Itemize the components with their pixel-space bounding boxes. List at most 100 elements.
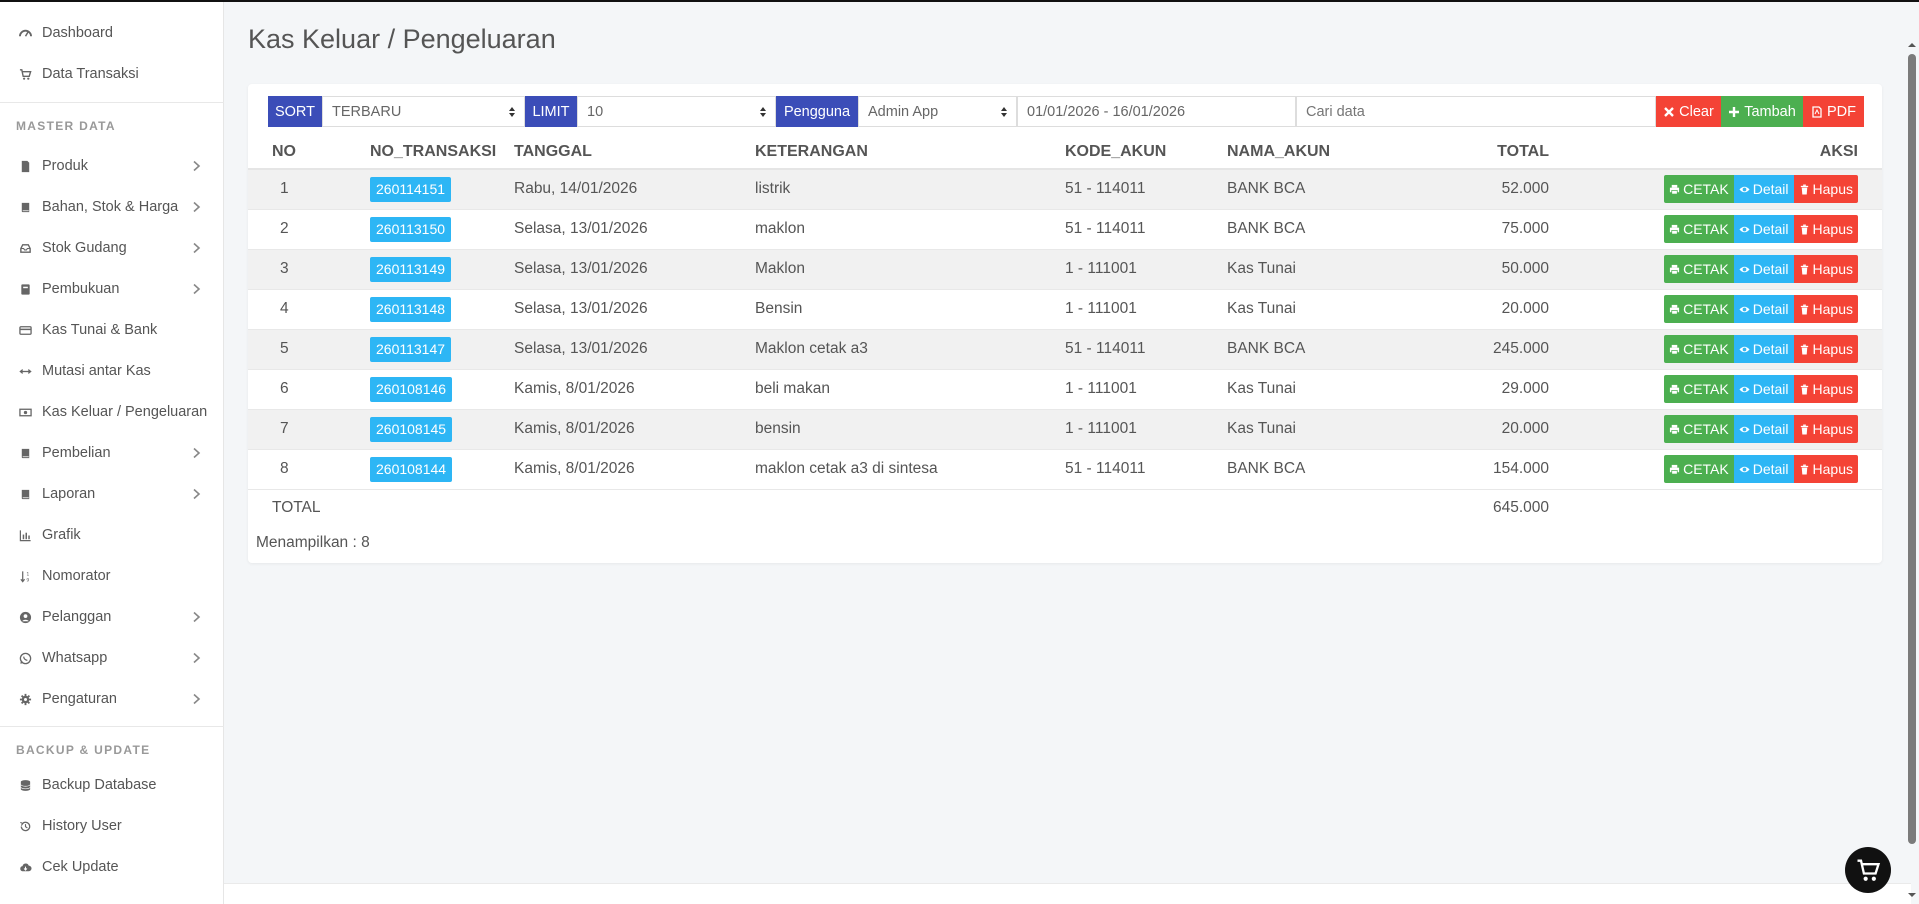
cell-kode-akun: 1 - 111001 [1065,288,1227,329]
print-icon [1670,384,1680,394]
eye-icon [1739,426,1750,432]
sidebar-item-backup-database[interactable]: Backup Database [0,765,224,805]
sort-select[interactable]: TERBARU [322,96,525,127]
scroll-up-arrow-icon[interactable] [1907,40,1917,50]
scroll-down-arrow-icon[interactable] [1907,890,1917,900]
detail-button[interactable]: Detail [1733,375,1794,403]
sidebar-item-kas-tunai-bank[interactable]: Kas Tunai & Bank [0,310,224,350]
sidebar-item-nomorator[interactable]: 1 9 Nomorator [0,556,224,596]
col-header-no-transaksi[interactable]: NO_TRANSAKSI [370,136,514,170]
col-header-no[interactable]: NO [248,136,370,170]
clear-button[interactable]: Clear [1656,96,1721,127]
col-header-tanggal[interactable]: TANGGAL [514,136,755,170]
transaction-number-badge[interactable]: 260108144 [370,456,453,482]
print-button[interactable]: CETAK [1664,175,1734,204]
delete-button[interactable]: Hapus [1793,455,1858,483]
sidebar-item-data-transaksi[interactable]: Data Transaksi [0,54,224,94]
transaction-number-badge[interactable]: 260113147 [370,336,452,362]
sidebar-item-stok-gudang[interactable]: Stok Gudang [0,228,224,268]
delete-button[interactable]: Hapus [1793,375,1858,403]
print-button[interactable]: CETAK [1664,215,1734,243]
sidebar-item-history-user[interactable]: History User [0,806,224,846]
delete-button[interactable]: Hapus [1793,335,1858,363]
sidebar-item-produk[interactable]: Produk [0,146,224,186]
detail-button[interactable]: Detail [1733,175,1794,204]
print-button[interactable]: CETAK [1664,255,1734,283]
cell-nama-akun: Kas Tunai [1227,368,1407,409]
search-input[interactable] [1296,96,1656,127]
sidebar-item-laporan[interactable]: Laporan [0,474,224,514]
transaction-number-badge[interactable]: 260114151 [370,176,452,202]
transaction-number-badge[interactable]: 260113150 [370,216,452,242]
ledger-icon [17,283,33,296]
cart-floating-button[interactable] [1845,847,1891,893]
sidebar-item-mutasi-antar-kas[interactable]: Mutasi antar Kas [0,351,224,391]
detail-button-label: Detail [1752,261,1789,277]
user-select[interactable]: Admin App [858,96,1017,127]
print-button[interactable]: CETAK [1664,455,1734,483]
sidebar-item-pelanggan[interactable]: Pelanggan [0,597,224,637]
trash-icon [1800,464,1808,474]
sidebar-item-grafik[interactable]: Grafik [0,515,224,555]
delete-button[interactable]: Hapus [1793,215,1858,243]
sidebar-item-bahan-stok-harga[interactable]: Bahan, Stok & Harga [0,187,224,227]
sidebar-item-cek-update[interactable]: Cek Update [0,847,224,887]
print-button[interactable]: CETAK [1664,335,1734,363]
cell-actions: CETAK Detail Hapus [1549,248,1882,289]
cell-tanggal: Selasa, 13/01/2026 [514,288,755,329]
chevron-right-icon [188,691,204,707]
sidebar-item-pembelian[interactable]: Pembelian [0,433,224,473]
detail-button[interactable]: Detail [1733,455,1794,483]
money-icon [17,406,33,419]
cell-keterangan: listrik [755,168,1065,209]
delete-button[interactable]: Hapus [1793,295,1858,323]
add-button[interactable]: Tambah [1721,96,1803,127]
detail-button[interactable]: Detail [1733,295,1794,323]
date-range-input[interactable]: 01/01/2026 - 16/01/2026 [1017,96,1296,127]
detail-button-label: Detail [1752,341,1789,357]
sidebar-item-kas-keluar-pengeluaran[interactable]: Kas Keluar / Pengeluaran [0,392,224,432]
detail-button[interactable]: Detail [1733,255,1794,283]
col-header-nama-akun[interactable]: NAMA_AKUN [1227,136,1407,170]
sort-numeric-icon: 19 [17,570,33,583]
scrollbar-thumb[interactable] [1908,54,1916,844]
transaction-number-badge[interactable]: 260108146 [370,376,453,402]
detail-button[interactable]: Detail [1733,335,1794,363]
col-header-aksi: AKSI [1549,136,1882,170]
detail-button[interactable]: Detail [1733,215,1794,243]
cart-icon [1857,859,1881,881]
pdf-button[interactable]: PDF [1803,96,1864,127]
table-row: 2 260113150 Selasa, 13/01/2026 maklon 51 - 1… [248,208,1882,249]
limit-select[interactable]: 10 [577,96,776,127]
transaction-number-badge[interactable]: 260113149 [370,256,452,282]
print-icon [1670,224,1680,234]
sidebar-item-whatsapp[interactable]: Whatsapp [0,638,224,678]
delete-button[interactable]: Hapus [1793,175,1858,204]
print-button-label: CETAK [1683,341,1729,357]
detail-button[interactable]: Detail [1733,415,1794,443]
transaction-number-badge[interactable]: 260113148 [370,296,452,322]
sidebar-item-pembukuan[interactable]: Pembukuan [0,269,224,309]
delete-button-label: Hapus [1812,381,1853,397]
cell-keterangan: Maklon [755,248,1065,289]
cart-icon [17,68,33,81]
sidebar-item-pengaturan[interactable]: Pengaturan [0,679,224,719]
chevron-right-icon [188,240,204,256]
print-button[interactable]: CETAK [1664,295,1734,323]
print-button-label: CETAK [1683,301,1729,317]
sidebar-item-dashboard[interactable]: Dashboard [0,13,224,53]
cell-actions: CETAK Detail Hapus [1549,168,1882,209]
file-icon [17,160,33,173]
cell-tanggal: Selasa, 13/01/2026 [514,248,755,289]
cell-tanggal: Rabu, 14/01/2026 [514,168,755,209]
col-header-keterangan[interactable]: KETERANGAN [755,136,1065,170]
delete-button[interactable]: Hapus [1793,255,1858,283]
print-button[interactable]: CETAK [1664,415,1734,443]
user-label: Pengguna [776,96,858,127]
book-icon [17,447,33,460]
col-header-kode-akun[interactable]: KODE_AKUN [1065,136,1227,170]
col-header-total[interactable]: TOTAL [1407,136,1549,170]
print-button[interactable]: CETAK [1664,375,1734,403]
transaction-number-badge[interactable]: 260108145 [370,416,453,442]
delete-button[interactable]: Hapus [1793,415,1858,443]
